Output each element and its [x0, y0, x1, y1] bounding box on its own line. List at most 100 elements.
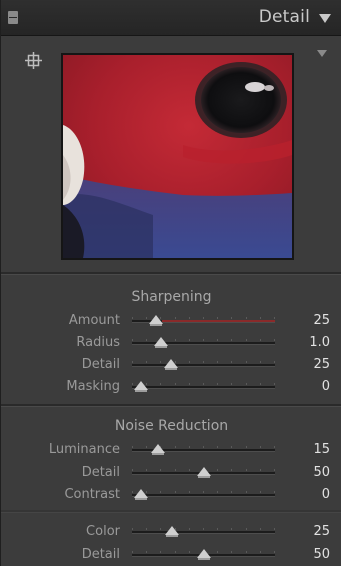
- slider-tick: [203, 383, 204, 385]
- slider-row-color-detail[interactable]: Detail 50: [1, 545, 341, 565]
- slider-tick: [260, 383, 261, 385]
- slider-tick: [231, 446, 232, 448]
- slider-thumb[interactable]: [149, 315, 164, 326]
- slider-tick: [132, 469, 133, 471]
- sharpening-title: Sharpening: [131, 289, 212, 305]
- slider-tick: [175, 317, 176, 319]
- slider-tick: [175, 469, 176, 471]
- slider-row-radius[interactable]: Radius 1.0: [1, 333, 341, 353]
- slider-track[interactable]: [132, 526, 275, 537]
- slider-thumb[interactable]: [196, 549, 211, 560]
- slider-tick: [203, 446, 204, 448]
- slider-track[interactable]: [132, 489, 275, 500]
- slider-tick: [260, 551, 261, 553]
- slider-value[interactable]: 15: [313, 442, 330, 457]
- slider-track[interactable]: [132, 444, 275, 455]
- slider-row-masking[interactable]: Masking 0: [1, 377, 341, 397]
- slider-tick: [260, 361, 261, 363]
- slider-row-color[interactable]: Color 25: [1, 522, 341, 542]
- slider-thumb[interactable]: [153, 337, 168, 348]
- slider-thumb[interactable]: [196, 467, 211, 478]
- slider-tick: [189, 339, 190, 341]
- slider-row-luminance-detail[interactable]: Detail 50: [1, 463, 341, 483]
- collapse-triangle-icon[interactable]: [319, 14, 331, 23]
- slider-tick: [203, 339, 204, 341]
- detail-preview-image[interactable]: [61, 53, 294, 260]
- detail-preview-area: [1, 37, 341, 272]
- slider-tick: [217, 317, 218, 319]
- slider-row-contrast[interactable]: Contrast 0: [1, 485, 341, 505]
- slider-tick: [274, 317, 275, 319]
- slider-tick: [260, 469, 261, 471]
- slider-tick: [217, 469, 218, 471]
- slider-tick: [231, 383, 232, 385]
- slider-thumb[interactable]: [163, 359, 178, 370]
- target-crosshair-icon[interactable]: [25, 52, 42, 69]
- slider-row-amount[interactable]: Amount 25: [1, 311, 341, 331]
- section-divider: [1, 272, 341, 275]
- slider-track[interactable]: [132, 337, 275, 348]
- slider-value[interactable]: 0: [322, 487, 330, 502]
- slider-track[interactable]: [132, 467, 275, 478]
- slider-tick: [231, 361, 232, 363]
- slider-track[interactable]: [132, 315, 275, 326]
- slider-value[interactable]: 0: [322, 379, 330, 394]
- slider-tick: [246, 528, 247, 530]
- slider-tick: [274, 361, 275, 363]
- slider-tick: [231, 528, 232, 530]
- slider-tick: [274, 551, 275, 553]
- panel-header[interactable]: Detail: [1, 0, 341, 36]
- slider-tick: [203, 491, 204, 493]
- slider-tick: [146, 361, 147, 363]
- slider-tick: [217, 551, 218, 553]
- slider-value[interactable]: 50: [313, 547, 330, 562]
- slider-thumb[interactable]: [150, 444, 165, 455]
- slider-track[interactable]: [132, 381, 275, 392]
- slider-track[interactable]: [132, 549, 275, 560]
- section-divider: [1, 510, 341, 513]
- slider-label: Luminance: [48, 442, 120, 457]
- slider-value[interactable]: 25: [313, 313, 330, 328]
- slider-tick: [231, 317, 232, 319]
- slider-tick: [246, 446, 247, 448]
- slider-tick: [175, 491, 176, 493]
- slider-thumb[interactable]: [165, 526, 180, 537]
- slider-tick: [217, 339, 218, 341]
- slider-tick: [132, 361, 133, 363]
- panel-title[interactable]: Detail: [259, 7, 310, 27]
- slider-label: Color: [86, 524, 120, 539]
- slider-row-luminance[interactable]: Luminance 15: [1, 440, 341, 460]
- slider-tick: [203, 361, 204, 363]
- slider-tick: [132, 446, 133, 448]
- noise-reduction-title: Noise Reduction: [114, 418, 229, 434]
- panel-switch-icon[interactable]: [8, 11, 18, 24]
- slider-tick: [274, 339, 275, 341]
- slider-value[interactable]: 1.0: [309, 335, 330, 350]
- slider-tick: [246, 551, 247, 553]
- slider-tick: [160, 383, 161, 385]
- slider-tick: [231, 491, 232, 493]
- slider-tick: [189, 491, 190, 493]
- slider-tick: [189, 446, 190, 448]
- slider-tick: [146, 339, 147, 341]
- slider-tick: [274, 469, 275, 471]
- slider-value[interactable]: 25: [313, 524, 330, 539]
- slider-row-detail[interactable]: Detail 25: [1, 355, 341, 375]
- slider-tick: [260, 528, 261, 530]
- detail-panel: Detail Sharpening Amount 25 Radius 1.0 D…: [0, 0, 341, 566]
- slider-thumb[interactable]: [133, 381, 148, 392]
- slider-tick: [246, 469, 247, 471]
- slider-tick: [160, 551, 161, 553]
- slider-value[interactable]: 50: [313, 465, 330, 480]
- slider-tick: [246, 491, 247, 493]
- preview-menu-triangle-icon[interactable]: [317, 50, 327, 57]
- slider-thumb[interactable]: [133, 489, 148, 500]
- amount-track-accent: [162, 320, 275, 322]
- slider-tick: [146, 317, 147, 319]
- slider-tick: [260, 317, 261, 319]
- slider-tick: [217, 528, 218, 530]
- slider-value[interactable]: 25: [313, 357, 330, 372]
- slider-tick: [246, 339, 247, 341]
- slider-track[interactable]: [132, 359, 275, 370]
- bird-closeup-image: [63, 55, 292, 258]
